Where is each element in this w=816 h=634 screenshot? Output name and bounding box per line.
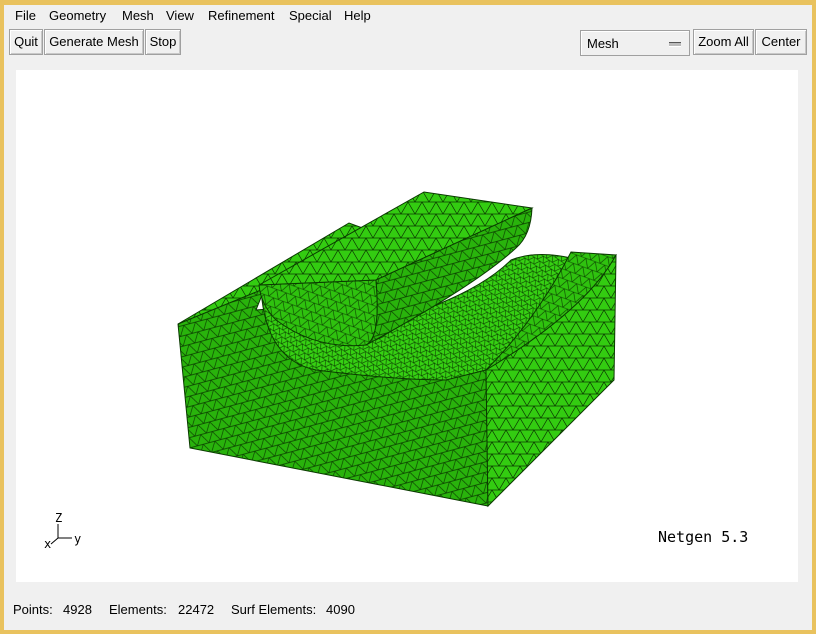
view-mode-select[interactable]: Mesh [580, 30, 690, 56]
axis-y-label: y [74, 532, 81, 546]
dropdown-indicator-icon [669, 42, 681, 47]
mesh-viewport[interactable]: Z x y Netgen 5.3 [16, 70, 798, 582]
center-button[interactable]: Center [755, 29, 807, 55]
menu-special[interactable]: Special [289, 8, 332, 23]
elements-value: 22472 [178, 602, 215, 617]
menu-mesh[interactable]: Mesh [122, 8, 154, 23]
axis-x-label: x [44, 537, 51, 551]
view-mode-value: Mesh [587, 36, 619, 51]
quit-button[interactable]: Quit [9, 29, 43, 55]
generate-mesh-button[interactable]: Generate Mesh [44, 29, 144, 55]
toolbar: Quit Generate Mesh Stop Mesh Zoom All Ce… [4, 28, 812, 58]
stop-button[interactable]: Stop [145, 29, 181, 55]
menu-help[interactable]: Help [344, 8, 371, 23]
menubar: File Geometry Mesh View Refinement Speci… [4, 5, 812, 27]
surf-elements-label: Surf Elements: [231, 602, 317, 617]
elements-label: Elements: [109, 602, 167, 617]
points-value: 4928 [63, 602, 92, 617]
version-label: Netgen 5.3 [658, 528, 749, 546]
menu-geometry[interactable]: Geometry [49, 8, 106, 23]
menu-view[interactable]: View [166, 8, 194, 23]
zoom-all-button[interactable]: Zoom All [693, 29, 754, 55]
axis-z-label: Z [55, 511, 62, 525]
menu-refinement[interactable]: Refinement [208, 8, 274, 23]
status-bar: Points: 4928 Elements: 22472 Surf Elemen… [4, 596, 812, 624]
mesh-render: Z x y [44, 191, 617, 551]
surf-elements-value: 4090 [326, 602, 355, 617]
menu-file[interactable]: File [15, 8, 36, 23]
axis-triad [50, 524, 72, 545]
points-label: Points: [13, 602, 53, 617]
